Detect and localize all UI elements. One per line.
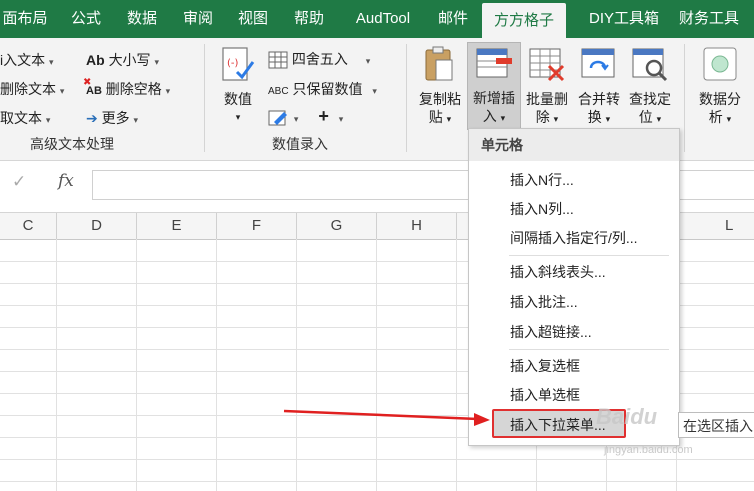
- baidu-watermark: Baidu jingyan.baidu.com: [596, 404, 693, 456]
